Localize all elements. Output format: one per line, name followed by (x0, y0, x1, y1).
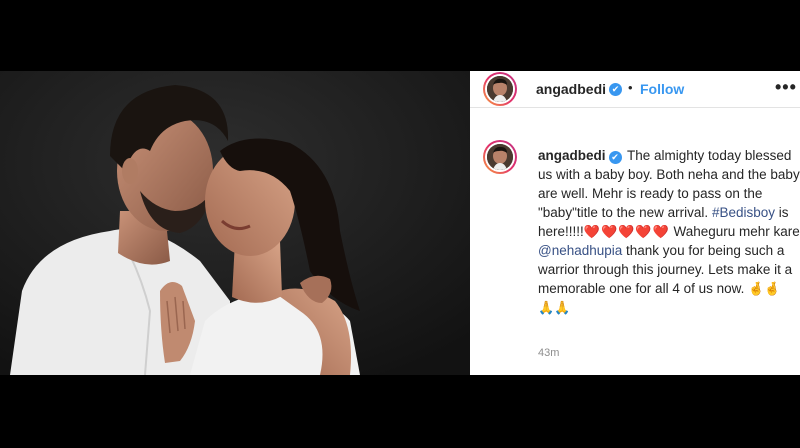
caption-username[interactable]: angadbedi (538, 148, 606, 163)
hashtag-link[interactable]: #Bedisboy (712, 205, 775, 220)
post-photo[interactable] (0, 71, 470, 375)
caption-story-ring-avatar[interactable] (483, 140, 517, 174)
praying-hands-emoji: 🙏🙏 (538, 300, 571, 315)
screenshot-frame: angadbedi ✔ • Follow ••• angadbedi ✔ The… (0, 0, 800, 448)
couple-photo-illustration (0, 71, 470, 375)
post-caption: angadbedi ✔ The almighty today blessed us… (470, 71, 800, 375)
caption-avatar (487, 144, 513, 170)
caption-text: angadbedi ✔ The almighty today blessed us… (538, 146, 800, 317)
caption-body-part3: Waheguru mehr kare (669, 224, 800, 239)
post-timestamp[interactable]: 43m (538, 347, 559, 359)
crossed-fingers-emoji: 🤞🤞 (748, 281, 781, 296)
caption-avatar-image (487, 144, 513, 170)
heart-emoji-row: ❤️❤️❤️❤️❤️ (583, 224, 670, 239)
caption-verified-badge-icon: ✔ (608, 151, 622, 164)
post-detail-panel: angadbedi ✔ • Follow ••• angadbedi ✔ The… (470, 71, 800, 375)
mention-link[interactable]: @nehadhupia (538, 243, 622, 258)
